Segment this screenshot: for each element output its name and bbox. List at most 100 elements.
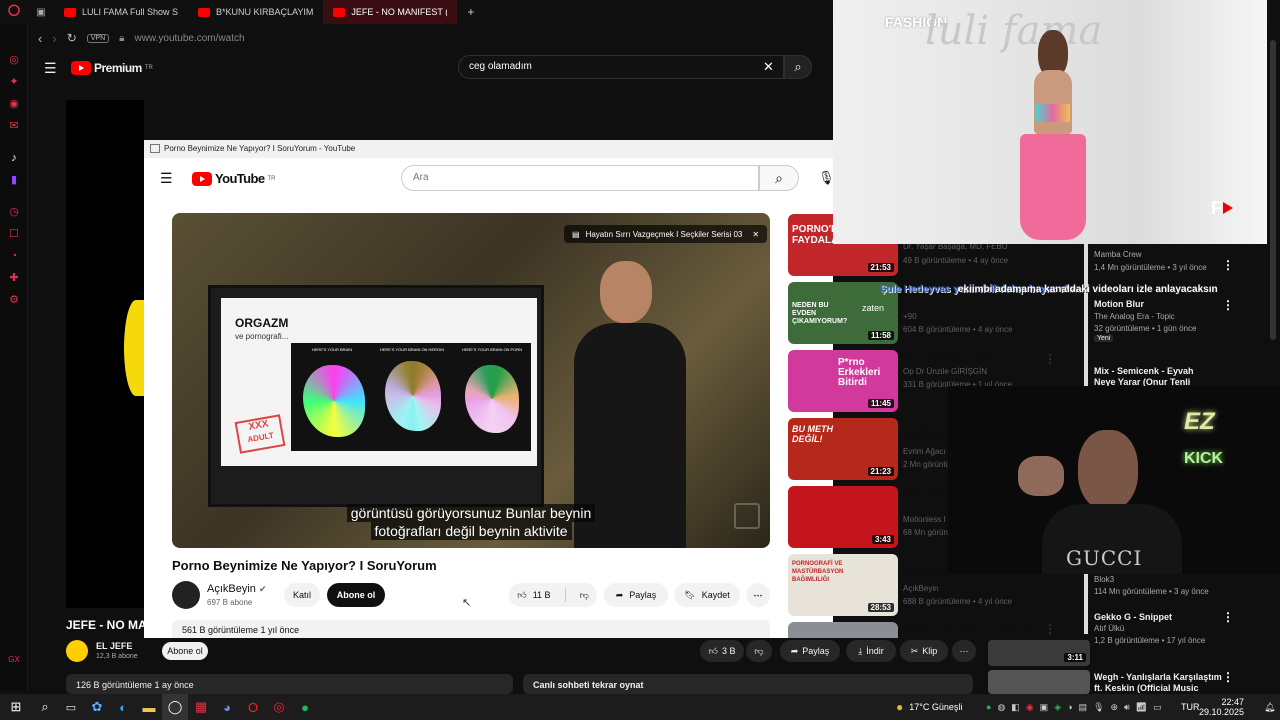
more-vert-icon[interactable]: ⋮ [1222,670,1234,684]
twitch-icon[interactable]: ▮ [8,174,20,186]
voicemod-icon[interactable]: ▦ [188,694,214,720]
extensions-icon[interactable]: ✚ [8,272,20,284]
search-button[interactable]: ⌕ [784,55,812,79]
discord-icon[interactable]: ◕ [214,694,240,720]
settings-gear-icon[interactable]: ⚙ [8,294,20,306]
tray-app-icon[interactable]: ◈ [1054,702,1061,713]
url-field[interactable]: www.youtube.com/watch [134,33,244,44]
join-button[interactable]: Katıl [284,583,320,607]
fashion-video-overlay[interactable]: FASHION luli fama F [833,0,1267,244]
hamburger-menu-icon[interactable]: ☰ [160,170,173,187]
hamburger-menu-icon[interactable]: ☰ [44,60,57,77]
opera-gx-alt-icon[interactable]: ◎ [266,694,292,720]
aria-icon[interactable]: ✦ [8,76,20,88]
opera-icon[interactable]: O [240,694,266,720]
share-button[interactable]: ➦ Paylaş [604,583,668,607]
chat-replay-bar[interactable]: Canlı sohbeti tekrar oynat [523,674,973,694]
more-vert-icon[interactable]: ⋮ [1222,610,1234,624]
copilot-icon[interactable]: ✿ [84,694,110,720]
windows-start-icon[interactable]: ⊞ [0,694,32,720]
video-thumbnail [788,622,898,638]
reload-icon[interactable]: ↻ [67,31,77,45]
clear-search-icon[interactable]: ✕ [763,59,774,75]
history-icon[interactable]: ◷ [8,206,20,218]
microphone-icon[interactable]: 🎙︎ [1093,702,1104,713]
tray-app-icon[interactable]: ▤ [1079,702,1088,713]
opera-gx-icon[interactable]: ◯ [162,694,188,720]
subscribe-button[interactable]: Abone ol [327,583,385,607]
gx-icon[interactable]: GX [8,654,20,666]
rec-title[interactable]: Gekko G - Snippet [1094,612,1172,622]
more-actions-button[interactable]: ⋯ [952,640,976,662]
popup-search-input[interactable]: Ara [401,165,759,191]
spotify-icon[interactable]: ● [292,694,318,720]
channel-avatar[interactable] [172,581,200,609]
page-scrollbar[interactable] [1270,40,1276,340]
forward-arrow-icon[interactable]: › [52,31,56,46]
language-indicator[interactable]: TUR [1181,694,1200,720]
battery-icon[interactable]: ▭ [1153,702,1162,713]
tab-islands-icon[interactable]: ▣ [28,0,54,25]
thumbs-down-icon[interactable]: 👎︎ [580,590,589,601]
steam-icon[interactable]: ◍ [997,702,1005,713]
tray-app-icon[interactable]: ◧ [1011,702,1020,713]
tray-app-icon[interactable]: ◉ [1026,702,1034,713]
opera-logo-icon[interactable]: ⭘ [0,0,28,25]
tray-app-icon[interactable]: ▣ [1040,702,1049,713]
popup-search-button[interactable]: ⌕ [759,165,799,191]
rec-title[interactable]: Motion Blur [1094,299,1144,309]
volume-icon[interactable]: 🔊︎ [1124,702,1130,713]
channel-name[interactable]: AçıkBeyin ✔ [207,583,267,595]
new-tab-button[interactable]: + [457,0,484,24]
more-vert-icon[interactable]: ⋮ [1044,352,1056,366]
more-vert-icon[interactable]: ⋮ [1044,622,1056,636]
more-actions-button[interactable]: ⋯ [746,583,770,607]
save-button[interactable]: 🔖︎ Kaydet [674,583,740,607]
close-icon[interactable]: ✕ [752,230,759,239]
telegram-icon[interactable]: ✉ [8,120,20,132]
thumbs-up-icon[interactable]: 👍︎ [517,590,526,601]
dislike-button[interactable]: 👎︎ [746,640,772,662]
clock[interactable]: 22:47 29.10.2025 [1199,694,1244,720]
background-description-box[interactable]: 126 B görüntüleme 1 ay önce [66,674,513,694]
bookmarks-icon[interactable]: ☐ [8,228,20,240]
tab-bkunu[interactable]: B*KUNU KIRBAÇLAYIM [188,0,323,24]
subscribe-button[interactable]: Abone ol [162,642,208,660]
messenger-icon[interactable]: ◎ [8,54,20,66]
tab-jefe[interactable]: JEFE - NO MANIFEST (ft. [323,0,458,24]
back-arrow-icon[interactable]: ‹ [38,31,42,46]
whatsapp-icon[interactable]: ◉ [8,98,20,110]
video-thumbnail: PORNOGRAFİ VE MASTÜRBASYON BAĞIMLILIĞI 28… [788,554,898,616]
vpn-badge[interactable]: VPN [86,33,110,43]
channel-avatar[interactable] [66,640,88,662]
recommendation-item[interactable]: ESKİ UYUŞTURUCU BAĞIMLISI ⋮ [788,622,1094,638]
task-view-icon[interactable]: ▭ [58,694,84,720]
weather-widget[interactable]: ● 17°C Güneşli [896,694,962,720]
notification-bell-icon[interactable]: 🔔︎ [1264,694,1275,720]
download-button[interactable]: ⤓ İndir [846,640,896,662]
spotify-tray-icon[interactable]: ● [986,702,991,712]
network-icon[interactable]: 📶︎ [1136,702,1147,713]
main-video-player[interactable]: ▤ Hayatın Sırrı Vazgeçmek I Seçkiler Ser… [172,213,770,548]
clock-icon[interactable]: ◔ [8,250,20,262]
like-button[interactable]: 👍︎ 3 B [700,640,744,662]
playlist-chip[interactable]: ▤ Hayatın Sırrı Vazgeçmek I Seçkiler Ser… [564,225,768,243]
music-icon[interactable]: ♪ [8,152,20,164]
channel-name[interactable]: EL JEFE [96,641,132,651]
tab-luli-fama[interactable]: LULI FAMA Full Show Spr [54,0,188,24]
clip-button[interactable]: ✂ Klip [900,640,948,662]
description-box[interactable]: 561 B görüntüleme 1 yıl önce [172,620,770,638]
youtube-logo[interactable]: YouTube TR [192,171,275,186]
edge-icon[interactable]: ◐ [110,694,136,720]
tray-app-icon[interactable]: ◑ [1067,702,1072,712]
share-button[interactable]: ➦ Paylaş [780,640,840,662]
file-explorer-icon[interactable]: ▬ [136,694,162,720]
tray-app-icon[interactable]: ⊕ [1111,702,1119,713]
rec-thumbnail[interactable]: 3:11 [988,640,1090,666]
search-icon[interactable]: ⌕ [32,694,58,720]
youtube-premium-logo[interactable]: Premium TR [71,61,153,75]
more-vert-icon[interactable]: ⋮ [1222,258,1234,272]
search-input[interactable]: ceg olamadım [458,55,784,79]
rec-thumbnail[interactable] [988,670,1090,694]
more-vert-icon[interactable]: ⋮ [1222,298,1234,312]
